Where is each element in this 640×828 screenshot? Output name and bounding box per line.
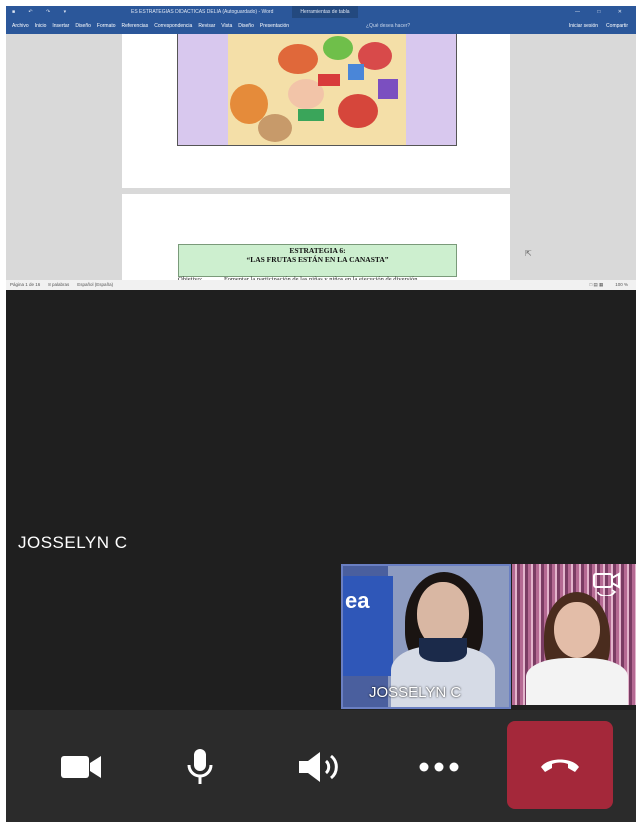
participant-video-remote <box>522 584 632 705</box>
document-page-2: ESTRATEGIA 6: “LAS FRUTAS ESTÁN EN LA CA… <box>122 194 510 290</box>
microphone-icon <box>187 749 213 784</box>
ribbon-tab[interactable]: Correspondencia <box>154 18 192 34</box>
share-button[interactable]: Compartir <box>606 18 628 34</box>
ribbon-tabs: Archivo Inicio Insertar Diseño Formato Refere… <box>6 18 636 34</box>
quick-access-toolbar[interactable]: ■ ↶ ↷ ▾ <box>12 6 72 18</box>
ribbon-tab[interactable]: Presentación <box>260 18 289 34</box>
document-canvas[interactable]: ESTRATEGIA 6: “LAS FRUTAS ESTÁN EN LA CA… <box>6 34 636 290</box>
strategy-title: ESTRATEGIA 6: <box>289 246 346 255</box>
tell-me-search[interactable]: ¿Qué desea hacer? <box>366 18 410 34</box>
self-tile-name: JOSSELYN C <box>369 684 462 701</box>
call-control-bar <box>6 710 636 822</box>
status-language: Español (España) <box>77 282 114 287</box>
sign-in-link[interactable]: Iniciar sesión <box>569 18 598 34</box>
switch-camera-icon[interactable] <box>592 570 622 597</box>
document-page-1 <box>122 34 510 188</box>
more-options-button[interactable] <box>414 742 464 792</box>
ribbon-tab[interactable]: Archivo <box>12 18 29 34</box>
hang-up-icon <box>541 759 579 772</box>
ribbon-tab[interactable]: Formato <box>97 18 116 34</box>
ribbon-tab[interactable]: Diseño <box>238 18 254 34</box>
ribbon-tab[interactable]: Inicio <box>35 18 47 34</box>
context-tab-label: Herramientas de tabla <box>292 6 358 18</box>
speaker-button[interactable] <box>294 742 344 792</box>
shared-screen: ■ ↶ ↷ ▾ ES ESTRATEGIAS DIDACTICAS DELIA … <box>6 6 636 290</box>
banner-logo-text: ea <box>345 588 370 613</box>
hang-up-button[interactable] <box>507 721 613 809</box>
video-camera-icon <box>61 756 101 778</box>
view-buttons[interactable]: □ ▤ ▦ <box>590 280 604 290</box>
mouse-pointer-icon: ⇱ <box>525 249 532 258</box>
speaker-icon <box>299 752 338 782</box>
window-controls[interactable]: — □ ✕ <box>575 6 630 18</box>
word-title-bar: ■ ↶ ↷ ▾ ES ESTRATEGIAS DIDACTICAS DELIA … <box>6 6 636 18</box>
status-word-count: 8 palabras <box>48 282 70 287</box>
ribbon-tab[interactable]: Vista <box>221 18 232 34</box>
camera-button[interactable] <box>56 742 106 792</box>
ribbon-tab[interactable]: Diseño <box>75 18 91 34</box>
word-status-bar: Página 1 de 16 8 palabras Español (Españ… <box>6 280 636 290</box>
strategy-name: “LAS FRUTAS ESTÁN EN LA CANASTA” <box>246 255 389 264</box>
self-video-tile[interactable]: ea JOSSELYN C <box>341 564 511 709</box>
ribbon-tab[interactable]: Revisar <box>198 18 215 34</box>
strategy-heading-box: ESTRATEGIA 6: “LAS FRUTAS ESTÁN EN LA CA… <box>178 244 457 277</box>
more-options-icon <box>419 762 459 772</box>
status-page-count: Página 1 de 16 <box>10 282 41 287</box>
microphone-button[interactable] <box>175 742 225 792</box>
ribbon-tab[interactable]: Insertar <box>52 18 69 34</box>
remote-video-tile[interactable] <box>512 564 636 705</box>
illustration-frame <box>177 34 457 146</box>
children-playing-illustration <box>228 34 406 145</box>
document-title: ES ESTRATEGIAS DIDACTICAS DELIA (Autogua… <box>131 9 274 15</box>
ribbon-tab[interactable]: Referencias <box>122 18 149 34</box>
main-participant-name: JOSSELYN C <box>18 533 128 552</box>
zoom-level[interactable]: 100 % <box>615 280 628 290</box>
call-stage: JOSSELYN C ea JOSSELYN C <box>6 290 636 710</box>
